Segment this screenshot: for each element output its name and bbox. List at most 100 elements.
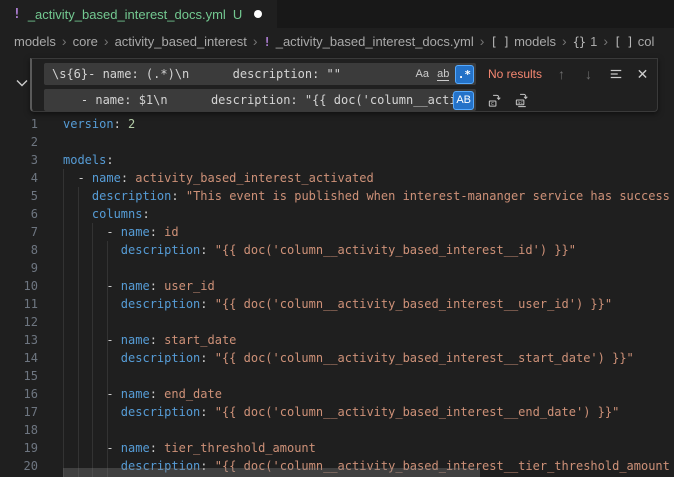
code-line: 10 - name: user_id (0, 277, 674, 295)
code-line-content[interactable]: description: "{{ doc('column__activity_b… (63, 241, 576, 259)
line-number: 6 (0, 205, 38, 223)
code-line: 17 description: "{{ doc('column__activit… (0, 403, 674, 421)
code-line-content[interactable]: version: 2 (63, 115, 135, 133)
replace-all-icon[interactable]: ac (512, 91, 530, 109)
code-line: 8 description: "{{ doc('column__activity… (0, 241, 674, 259)
line-number: 8 (0, 241, 38, 259)
tab-active-file[interactable]: ! _activity_based_interest_docs.yml U (0, 0, 277, 28)
breadcrumb-separator-icon: › (104, 35, 109, 48)
breadcrumb-label: core (73, 34, 98, 49)
replace-one-icon[interactable]: c (485, 91, 503, 109)
line-number: 1 (0, 115, 38, 133)
find-input-value[interactable]: \s{6}- name: (.*)\n description: "" (52, 67, 413, 81)
line-number: 17 (0, 403, 38, 421)
code-line-content[interactable]: - name: user_id (63, 277, 215, 295)
breadcrumb-separator-icon: › (253, 35, 258, 48)
breadcrumb-label: col (638, 34, 655, 49)
horizontal-scrollbar[interactable] (63, 468, 480, 477)
line-number: 18 (0, 421, 38, 439)
breadcrumb-item[interactable]: core (73, 34, 98, 49)
preserve-case-toggle-icon[interactable]: AB (453, 91, 474, 110)
code-line: 9 (0, 259, 674, 277)
next-match-icon[interactable]: ↓ (580, 66, 597, 83)
line-number: 20 (0, 457, 38, 475)
replace-input[interactable]: - name: $1\n description: "{{ doc('colum… (44, 89, 476, 111)
unsaved-changes-dot-icon[interactable] (254, 10, 262, 18)
yaml-file-icon: ! (13, 7, 21, 22)
find-replace-widget: \s{6}- name: (.*)\n description: "" Aa a… (30, 58, 658, 112)
editor-code-area[interactable]: 1version: 223models:4 - name: activity_b… (0, 115, 674, 475)
code-line-content[interactable]: - name: tier_threshold_amount (63, 439, 316, 457)
code-line: 2 (0, 133, 674, 151)
indent-guide (107, 241, 108, 477)
replace-input-value[interactable]: - name: $1\n description: "{{ doc('colum… (52, 93, 453, 107)
code-line: 6 columns: (0, 205, 674, 223)
code-line: 18 (0, 421, 674, 439)
line-number: 10 (0, 277, 38, 295)
line-number: 13 (0, 331, 38, 349)
breadcrumb-separator-icon: › (562, 35, 567, 48)
line-number: 14 (0, 349, 38, 367)
breadcrumb-separator-icon: › (62, 35, 67, 48)
regex-toggle-icon[interactable]: .* (455, 65, 474, 84)
line-number: 5 (0, 187, 38, 205)
previous-match-icon[interactable]: ↑ (553, 66, 570, 83)
line-number: 19 (0, 439, 38, 457)
breadcrumb-item[interactable]: [ ] models (490, 34, 556, 49)
code-line-content[interactable]: - name: id (63, 223, 179, 241)
code-line: 19 - name: tier_threshold_amount (0, 439, 674, 457)
line-number: 9 (0, 259, 38, 277)
toggle-replace-chevron-icon[interactable] (15, 77, 29, 89)
tab-title: _activity_based_interest_docs.yml (28, 7, 226, 22)
code-line-content[interactable]: - name: activity_based_interest_activate… (63, 169, 374, 187)
symbol-array-icon: [ ] (490, 35, 509, 49)
code-line: 1 version: 2 (0, 115, 674, 133)
line-number: 2 (0, 133, 38, 151)
breadcrumb-item[interactable]: ! _activity_based_interest_docs.yml (263, 34, 473, 49)
code-line-content[interactable]: models: (63, 151, 114, 169)
breadcrumb-item[interactable]: {}1 (573, 34, 598, 49)
line-number: 4 (0, 169, 38, 187)
symbol-object-icon: {} (573, 35, 585, 49)
breadcrumb-separator-icon: › (480, 35, 485, 48)
yaml-file-icon: ! (263, 35, 270, 49)
code-line: 11 description: "{{ doc('column__activit… (0, 295, 674, 313)
svg-text:c: c (490, 101, 493, 107)
code-line-content[interactable]: description: "{{ doc('column__activity_b… (63, 295, 612, 313)
code-line: 5 description: "This event is published … (0, 187, 674, 205)
indent-guide (78, 187, 79, 477)
match-case-toggle-icon[interactable]: Aa (413, 65, 432, 84)
indent-guide (92, 223, 93, 477)
line-number: 12 (0, 313, 38, 331)
code-line: 3 models: (0, 151, 674, 169)
code-line: 13 - name: start_date (0, 331, 674, 349)
breadcrumb: models › core › activity_based_interest ›! _ac… (0, 28, 674, 55)
code-line-content[interactable]: description: "{{ doc('column__activity_b… (63, 349, 634, 367)
find-in-selection-icon[interactable] (607, 66, 624, 83)
line-number: 3 (0, 151, 38, 169)
breadcrumb-label: activity_based_interest (115, 34, 247, 49)
breadcrumb-item[interactable]: [ ]col (614, 34, 654, 49)
code-line: 14 description: "{{ doc('column__activit… (0, 349, 674, 367)
git-untracked-badge: U (233, 7, 242, 22)
breadcrumb-label: models (14, 34, 56, 49)
whole-word-toggle-icon[interactable]: ab (434, 65, 453, 84)
code-line-content[interactable]: description: "{{ doc('column__activity_b… (63, 403, 619, 421)
find-input[interactable]: \s{6}- name: (.*)\n description: "" Aa a… (44, 63, 476, 85)
breadcrumb-item[interactable]: activity_based_interest (115, 34, 247, 49)
vscode-window: ! _activity_based_interest_docs.yml U mo… (0, 0, 674, 477)
code-line-content[interactable]: columns: (63, 205, 150, 223)
code-line-content[interactable]: - name: start_date (63, 331, 236, 349)
breadcrumb-label: _activity_based_interest_docs.yml (276, 34, 474, 49)
code-line-content[interactable]: - name: end_date (63, 385, 222, 403)
svg-text:ac: ac (517, 101, 523, 106)
line-number: 16 (0, 385, 38, 403)
breadcrumb-item[interactable]: models (14, 34, 56, 49)
code-line: 16 - name: end_date (0, 385, 674, 403)
close-find-widget-icon[interactable]: ✕ (634, 66, 651, 83)
code-line: 4 - name: activity_based_interest_activa… (0, 169, 674, 187)
breadcrumb-separator-icon: › (603, 35, 608, 48)
code-line-content[interactable]: description: "This event is published wh… (63, 187, 670, 205)
breadcrumb-label: models (514, 34, 556, 49)
tab-bar: ! _activity_based_interest_docs.yml U (0, 0, 674, 28)
